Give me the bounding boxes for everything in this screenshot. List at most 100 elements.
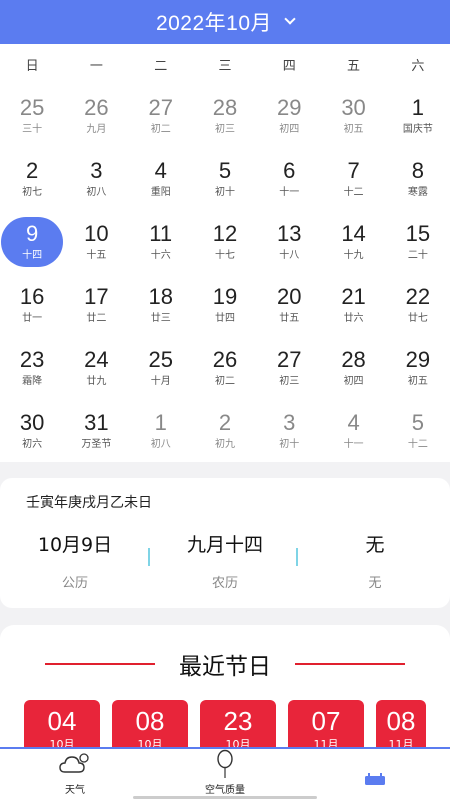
- festival-info-label: 无: [368, 576, 382, 591]
- festival-day: 23: [223, 706, 253, 736]
- day-lunar-label: 十月: [150, 375, 171, 387]
- balloon-icon: [207, 749, 243, 779]
- day-lunar-label: 廿一: [22, 312, 43, 324]
- day-lunar-label: 国庆节: [402, 123, 433, 135]
- month-header[interactable]: 2022年10月: [0, 0, 450, 44]
- day-cell[interactable]: 19 廿四: [193, 273, 257, 336]
- day-number: 29: [277, 94, 302, 120]
- day-cell[interactable]: 6 十一: [257, 147, 321, 210]
- calendar-panel: 日 一 二 三 四 五 六 25 三十 26 九月 27 初二 28 初三 29 初四 30 初五 1 国…: [0, 44, 450, 462]
- day-lunar-label: 初九: [214, 438, 235, 450]
- day-lunar-label: 十七: [214, 249, 235, 261]
- day-cell[interactable]: 2 初七: [0, 147, 64, 210]
- day-lunar-label: 初五: [343, 123, 364, 135]
- day-cell[interactable]: 28 初四: [321, 336, 385, 399]
- tab-air-quality[interactable]: 空气质量: [150, 749, 300, 800]
- day-number: 26: [84, 94, 109, 120]
- day-lunar-label: 初十: [214, 186, 235, 198]
- day-lunar-label: 初五: [407, 375, 428, 387]
- day-number: 1: [411, 94, 424, 120]
- day-cell[interactable]: 11 十六: [129, 210, 193, 273]
- day-cell[interactable]: 25 十月: [129, 336, 193, 399]
- day-cell[interactable]: 18 廿三: [129, 273, 193, 336]
- day-number: 18: [148, 283, 173, 309]
- weekday-label: 五: [347, 58, 361, 74]
- tab-weather[interactable]: 天气: [0, 749, 150, 800]
- day-cell[interactable]: 15 二十: [386, 210, 450, 273]
- day-number: 26: [212, 346, 238, 372]
- day-cell[interactable]: 5 初十: [193, 147, 257, 210]
- day-number: 24: [84, 346, 109, 372]
- day-lunar-label: 十九: [343, 249, 364, 261]
- day-cell[interactable]: 17 廿二: [64, 273, 128, 336]
- festival-day: 07: [311, 706, 341, 736]
- day-cell[interactable]: 21 廿六: [321, 273, 385, 336]
- day-number: 28: [341, 346, 366, 372]
- festival-info-value: 无: [365, 534, 385, 556]
- day-cell[interactable]: 29 初五: [386, 336, 450, 399]
- tab-air-quality-label: 空气质量: [205, 785, 245, 796]
- day-cell[interactable]: 31 万圣节: [64, 399, 128, 462]
- weekday-label: 二: [154, 58, 168, 74]
- day-number: 17: [84, 283, 109, 309]
- day-number: 1: [154, 409, 167, 435]
- title-line-right: [295, 663, 405, 665]
- day-cell[interactable]: 28 初三: [193, 84, 257, 147]
- date-info-card: 壬寅年庚戌月乙未日 10月9日 公历 九月十四 农历 无 无: [0, 478, 450, 608]
- day-cell[interactable]: 27 初二: [129, 84, 193, 147]
- day-lunar-label: 十四: [22, 249, 43, 261]
- weekday-label: 一: [89, 58, 103, 74]
- weekday-label: 日: [25, 58, 39, 74]
- day-number: 21: [341, 283, 366, 309]
- day-cell[interactable]: 23 霜降: [0, 336, 64, 399]
- day-cell[interactable]: 7 十二: [321, 147, 385, 210]
- weekday-label: 六: [411, 58, 425, 74]
- day-cell-selected[interactable]: 9 十四: [0, 210, 64, 273]
- day-cell[interactable]: 27 初三: [257, 336, 321, 399]
- day-lunar-label: 初七: [22, 186, 43, 198]
- day-cell[interactable]: 16 廿一: [0, 273, 64, 336]
- day-cell[interactable]: 20 廿五: [257, 273, 321, 336]
- day-cell[interactable]: 12 十七: [193, 210, 257, 273]
- day-number: 4: [154, 157, 167, 183]
- day-cell[interactable]: 2 初九: [193, 399, 257, 462]
- day-cell[interactable]: 14 十九: [321, 210, 385, 273]
- day-cell[interactable]: 4 十一: [321, 399, 385, 462]
- day-cell[interactable]: 1 国庆节: [386, 84, 450, 147]
- day-cell[interactable]: 4 重阳: [129, 147, 193, 210]
- day-cell[interactable]: 30 初五: [321, 84, 385, 147]
- day-number: 4: [347, 409, 360, 435]
- solar-date-value: 10月9日: [37, 534, 113, 556]
- chevron-down-icon[interactable]: [284, 13, 296, 25]
- tab-calendar[interactable]: [300, 749, 450, 800]
- day-number: 12: [212, 220, 238, 246]
- day-number: 5: [218, 157, 232, 183]
- day-cell[interactable]: 22 廿七: [386, 273, 450, 336]
- day-number: 8: [411, 157, 424, 183]
- day-cell[interactable]: 26 九月: [64, 84, 128, 147]
- day-lunar-label: 廿五: [279, 312, 300, 324]
- day-number: 3: [283, 409, 296, 435]
- day-cell[interactable]: 10 十五: [64, 210, 128, 273]
- home-indicator[interactable]: [133, 796, 317, 799]
- festival-day: 04: [47, 706, 77, 736]
- day-cell[interactable]: 1 初八: [129, 399, 193, 462]
- day-cell[interactable]: 3 初十: [257, 399, 321, 462]
- lunar-date-value: 九月十四: [186, 534, 263, 556]
- day-cell[interactable]: 24 廿九: [64, 336, 128, 399]
- day-cell[interactable]: 3 初八: [64, 147, 128, 210]
- day-cell[interactable]: 5 十二: [386, 399, 450, 462]
- day-number: 14: [341, 220, 366, 246]
- day-cell[interactable]: 30 初六: [0, 399, 64, 462]
- day-cell[interactable]: 26 初二: [193, 336, 257, 399]
- day-cell[interactable]: 8 寒露: [386, 147, 450, 210]
- day-number: 25: [148, 346, 173, 372]
- day-cell[interactable]: 13 十八: [257, 210, 321, 273]
- day-cell[interactable]: 25 三十: [0, 84, 64, 147]
- day-lunar-label: 重阳: [150, 186, 171, 198]
- day-cell[interactable]: 29 初四: [257, 84, 321, 147]
- divider: [148, 548, 150, 566]
- weekday-label: 四: [282, 58, 296, 74]
- ganzhi-text: 壬寅年庚戌月乙未日: [26, 495, 152, 511]
- day-lunar-label: 九月: [86, 123, 107, 135]
